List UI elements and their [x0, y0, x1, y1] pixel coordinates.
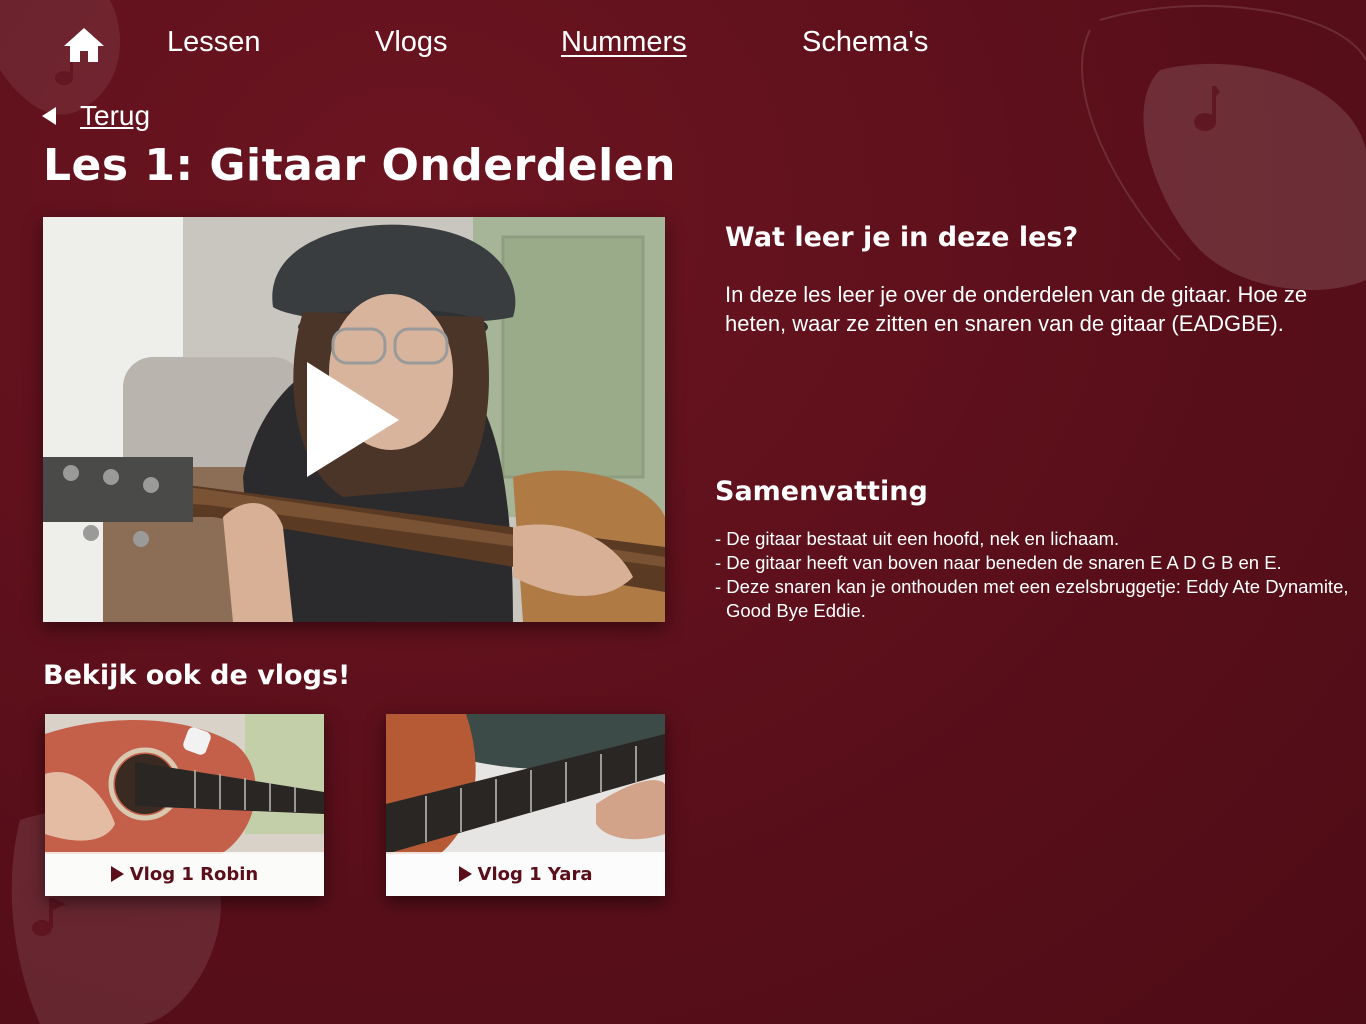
- learn-text: In deze les leer je over de onderdelen v…: [725, 282, 1308, 336]
- play-icon: [110, 866, 124, 882]
- vlog-card-yara[interactable]: Vlog 1 Yara: [386, 714, 665, 896]
- vlogs-heading: Bekijk ook de vlogs!: [43, 660, 351, 691]
- vlog-card-robin[interactable]: Vlog 1 Robin: [45, 714, 324, 896]
- list-item: - De gitaar heeft van boven naar beneden…: [715, 552, 1282, 573]
- summary-heading: Samenvatting: [715, 476, 928, 507]
- caret-left-icon: [42, 107, 56, 125]
- vlog-label: Vlog 1 Yara: [477, 863, 593, 885]
- back-label: Terug: [80, 100, 151, 131]
- vlog-label: Vlog 1 Robin: [129, 863, 259, 885]
- vlog-label-bar: Vlog 1 Robin: [45, 852, 324, 896]
- nav-item-lessen[interactable]: Lessen: [167, 26, 261, 59]
- page-title: Les 1: Gitaar Onderdelen: [43, 140, 676, 191]
- play-icon: [458, 866, 472, 882]
- music-note-icon: [1194, 86, 1220, 131]
- list-item: - Deze snaren kan je onthouden met een e…: [715, 576, 1349, 621]
- summary-list: - De gitaar bestaat uit een hoofd, nek e…: [715, 527, 1355, 623]
- home-icon[interactable]: [62, 26, 106, 64]
- nav-item-schemas[interactable]: Schema's: [802, 26, 928, 59]
- back-link[interactable]: Terug: [42, 100, 150, 132]
- video-thumbnail: [43, 217, 665, 622]
- list-item: - De gitaar bestaat uit een hoofd, nek e…: [715, 528, 1120, 549]
- nav-item-vlogs[interactable]: Vlogs: [375, 26, 448, 59]
- nav-item-nummers[interactable]: Nummers: [561, 26, 687, 59]
- vlog-label-bar: Vlog 1 Yara: [386, 852, 665, 896]
- learn-heading: Wat leer je in deze les?: [725, 222, 1079, 253]
- lesson-video[interactable]: [43, 217, 665, 622]
- top-nav: Lessen Vlogs Nummers Schema's: [0, 22, 1366, 72]
